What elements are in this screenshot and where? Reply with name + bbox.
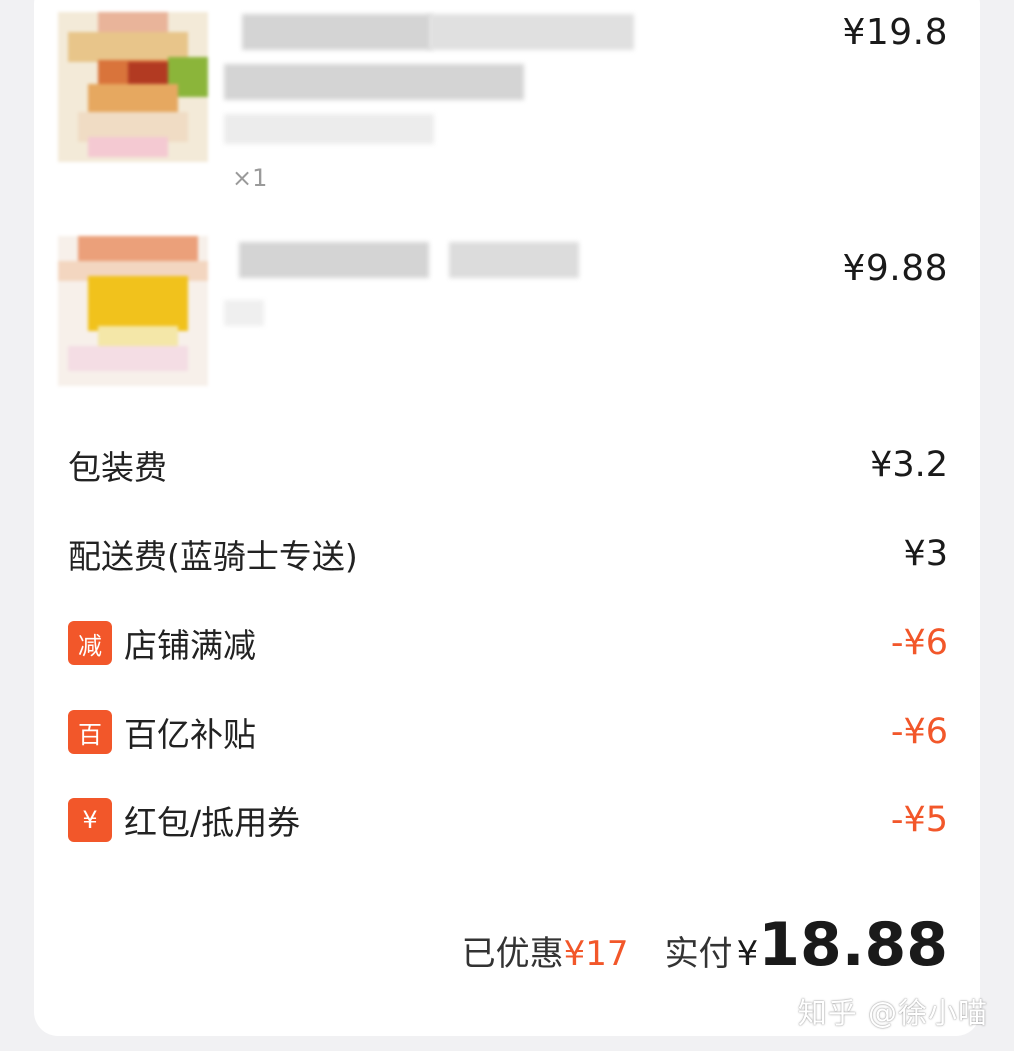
subsidy-discount-row[interactable]: 百 百亿补贴 -¥6: [68, 707, 948, 757]
item-name-blurred: [239, 242, 429, 278]
paid-label: 实付: [664, 934, 733, 974]
item-spec-blurred: [224, 300, 264, 326]
coupon-discount-amount: -¥5: [890, 800, 948, 840]
order-item[interactable]: ×1 ¥19.8: [34, 0, 980, 210]
product-image[interactable]: [58, 12, 208, 162]
order-item[interactable]: ¥9.88: [34, 230, 980, 400]
packaging-fee-label: 包装费: [68, 448, 167, 487]
item-spec-blurred: [224, 114, 434, 144]
packaging-fee-row: 包装费 ¥3.2: [68, 440, 948, 490]
coupon-discount-row[interactable]: ¥ 红包/抵用券 -¥5: [68, 795, 948, 845]
item-name-blurred: [429, 14, 634, 50]
store-discount-row[interactable]: 减 店铺满减 -¥6: [68, 618, 948, 668]
watermark: 知乎 @徐小喵: [797, 996, 988, 1030]
coupon-badge-icon: ¥: [68, 798, 112, 842]
order-detail-card: ×1 ¥19.8 ¥9.88 包装费 ¥3.2 配送费(蓝骑士专送) ¥3 减 …: [34, 0, 980, 1036]
order-total: 已优惠 ¥17 实付 ¥ 18.88: [462, 910, 948, 980]
store-discount-label: 店铺满减: [124, 626, 256, 665]
subsidy-badge-icon: 百: [68, 710, 112, 754]
delivery-fee-row: 配送费(蓝骑士专送) ¥3: [68, 529, 948, 579]
item-price: ¥9.88: [842, 248, 948, 289]
store-discount-amount: -¥6: [890, 623, 948, 663]
paid-currency: ¥: [736, 934, 759, 974]
item-name-blurred: [449, 242, 579, 278]
delivery-fee-label: 配送费(蓝骑士专送): [68, 537, 358, 576]
item-name-blurred: [242, 14, 432, 50]
packaging-fee-amount: ¥3.2: [870, 445, 948, 485]
paid-amount: 18.88: [758, 910, 948, 980]
saved-label: 已优惠: [461, 934, 564, 974]
coupon-discount-label: 红包/抵用券: [124, 803, 301, 842]
item-spec-blurred: [224, 64, 524, 100]
item-price: ¥19.8: [842, 12, 948, 53]
item-quantity: ×1: [232, 164, 268, 192]
delivery-fee-amount: ¥3: [903, 534, 948, 574]
discount-badge-icon: 减: [68, 621, 112, 665]
product-image[interactable]: [58, 236, 208, 386]
saved-amount: ¥17: [563, 934, 629, 974]
subsidy-discount-label: 百亿补贴: [124, 715, 256, 754]
subsidy-discount-amount: -¥6: [890, 712, 948, 752]
